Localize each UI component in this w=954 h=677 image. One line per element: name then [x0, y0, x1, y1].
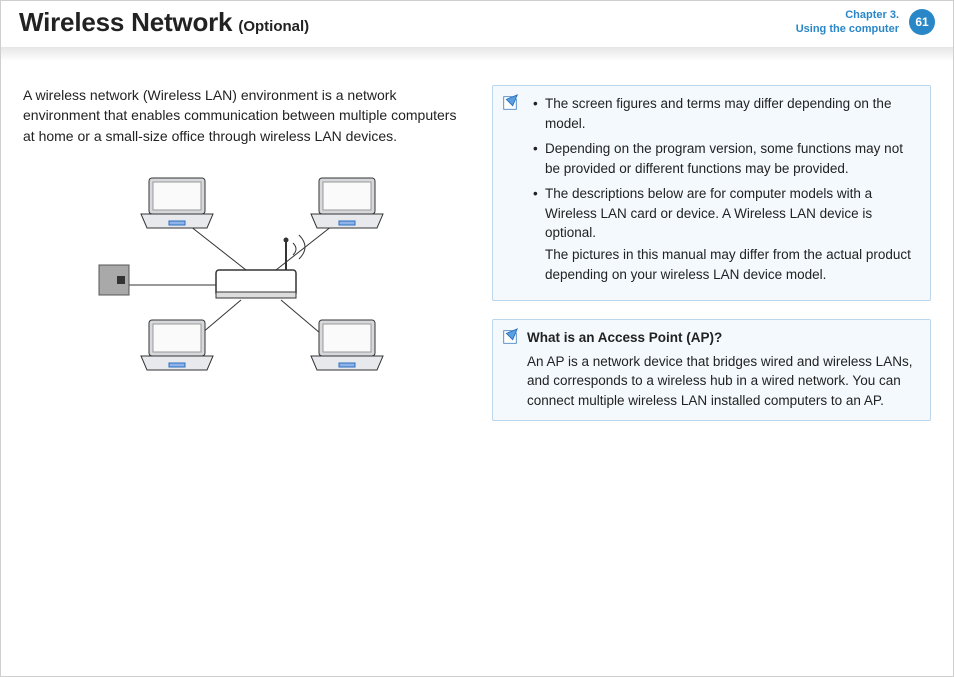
laptop-top-right-icon	[311, 178, 383, 228]
qa-box: What is an Access Point (AP)? An AP is a…	[492, 319, 931, 421]
right-column: The screen figures and terms may differ …	[492, 85, 931, 439]
laptop-bottom-right-icon	[311, 320, 383, 370]
chapter-label: Chapter 3. Using the computer	[796, 9, 899, 37]
note-item: Depending on the program version, some f…	[533, 139, 918, 178]
note-item: The descriptions below are for computer …	[533, 184, 918, 284]
page-number-badge: 61	[909, 9, 935, 35]
notes-list: The screen figures and terms may differ …	[533, 94, 918, 284]
note-icon	[501, 94, 519, 112]
note-text: The descriptions below are for computer …	[545, 186, 872, 240]
note-text-extra: The pictures in this manual may differ f…	[545, 245, 918, 284]
manual-page: Wireless Network (Optional) Chapter 3. U…	[0, 0, 954, 677]
note-text: Depending on the program version, some f…	[545, 141, 903, 176]
page-title: Wireless Network (Optional)	[19, 7, 309, 38]
header-right: Chapter 3. Using the computer 61	[796, 7, 935, 37]
intro-paragraph: A wireless network (Wireless LAN) enviro…	[23, 85, 468, 146]
laptop-bottom-left-icon	[141, 320, 213, 370]
diagram-svg	[81, 160, 411, 390]
network-diagram	[23, 160, 468, 390]
qa-body: An AP is a network device that bridges w…	[527, 352, 918, 411]
qa-title: What is an Access Point (AP)?	[527, 328, 918, 348]
page-header: Wireless Network (Optional) Chapter 3. U…	[1, 1, 953, 49]
laptop-top-left-icon	[141, 178, 213, 228]
chapter-line-2: Using the computer	[796, 23, 899, 37]
note-icon	[501, 328, 519, 346]
wall-socket-icon	[99, 265, 129, 295]
chapter-line-1: Chapter 3.	[796, 9, 899, 23]
page-body: A wireless network (Wireless LAN) enviro…	[1, 49, 953, 439]
notes-box: The screen figures and terms may differ …	[492, 85, 931, 301]
router-icon	[216, 235, 305, 298]
note-item: The screen figures and terms may differ …	[533, 94, 918, 133]
left-column: A wireless network (Wireless LAN) enviro…	[23, 85, 468, 439]
title-subtitle: (Optional)	[238, 18, 309, 35]
title-main: Wireless Network	[19, 7, 232, 38]
page-number: 61	[915, 15, 928, 29]
note-text: The screen figures and terms may differ …	[545, 96, 891, 131]
